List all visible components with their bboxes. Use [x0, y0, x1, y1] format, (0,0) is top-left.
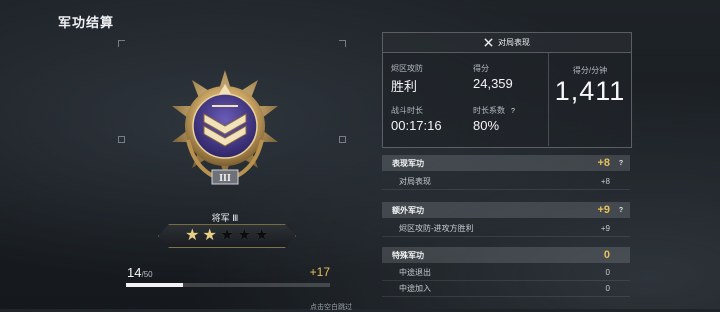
merit-item-value: +8	[600, 176, 610, 186]
merit-item-value: 0	[605, 283, 610, 293]
merit-section-label: 表现军功	[392, 158, 424, 168]
merit-item-row: 中途加入 0	[382, 280, 630, 297]
rank-numeral-label: III	[219, 173, 231, 184]
merit-item-row: 中途退出 0	[382, 264, 630, 281]
star-icon-filled: ★	[202, 227, 217, 244]
score-label: 得分	[473, 64, 489, 73]
merit-section-label: 额外军功	[392, 205, 424, 215]
spm-label: 得分/分钟	[572, 66, 608, 75]
merit-section-value: +9	[597, 204, 610, 216]
duration-value: 00:17:16	[391, 118, 442, 133]
progress-current: 14/50	[127, 265, 153, 280]
merit-item-value: 0	[605, 267, 610, 277]
panel-header: 对局表现	[383, 33, 631, 53]
score-value: 24,359	[473, 76, 513, 91]
merit-row-special: 特殊军功 0	[382, 247, 630, 263]
spm-cell: 得分/分钟 1,411	[549, 65, 631, 107]
merit-item-label: 对局表现	[399, 176, 431, 186]
spm-value: 1,411	[554, 76, 626, 106]
mode-cell: 烬区攻防 胜利	[391, 63, 423, 95]
mode-label: 烬区攻防	[391, 64, 423, 73]
star-icon-empty: ★	[237, 227, 252, 244]
mode-value: 胜利	[391, 79, 418, 94]
merit-row-performance: 表现军功 +8 ?	[382, 155, 630, 171]
merit-item-label: 中途退出	[399, 267, 431, 277]
help-icon[interactable]: ?	[511, 108, 515, 115]
skip-hint[interactable]: 点击空白跳过	[310, 302, 352, 312]
merit-item-row: 烬区攻防-进攻方胜利 +9	[382, 220, 630, 237]
rank-emblem-icon: III	[172, 70, 278, 185]
duration-label: 战斗时长	[391, 106, 423, 115]
time-factor-value: 80%	[473, 118, 500, 133]
star-icon-empty: ★	[219, 227, 235, 244]
duration-cell: 战斗时长 00:17:16	[391, 105, 442, 133]
star-rating: ★ ★ ★ ★ ★	[158, 224, 296, 248]
panel-title: 对局表现	[498, 38, 530, 47]
time-factor-label: 时长系数?	[473, 106, 515, 115]
crossed-swords-icon	[484, 38, 493, 47]
side-mark	[118, 136, 125, 143]
side-mark	[339, 136, 346, 143]
merit-item-label: 烬区攻防-进攻方胜利	[399, 223, 474, 233]
merit-section-label: 特殊军功	[392, 250, 424, 260]
page-title: 军功结算	[58, 15, 115, 30]
star-icon-filled: ★	[185, 227, 200, 244]
help-icon[interactable]: ?	[612, 160, 630, 167]
help-icon[interactable]: ?	[612, 207, 630, 214]
progress-gain: +17	[309, 265, 330, 279]
progress-bar	[126, 283, 330, 287]
merit-item-value: +9	[600, 223, 610, 233]
score-cell: 得分 24,359	[473, 63, 513, 91]
merit-item-row: 对局表现 +8	[382, 173, 630, 190]
merit-row-extra: 额外军功 +9 ?	[382, 202, 630, 218]
time-factor-cell: 时长系数? 80%	[473, 105, 515, 133]
merit-section-value: 0	[603, 249, 610, 261]
corner-mark	[339, 40, 346, 47]
corner-mark	[118, 40, 125, 47]
merit-section-value: +8	[597, 157, 610, 169]
star-icon-empty: ★	[254, 227, 269, 244]
progress-fill	[126, 283, 184, 287]
merit-item-label: 中途加入	[399, 283, 431, 293]
match-stats-panel: 对局表现 烬区攻防 胜利 得分 24,359 战斗时长 00:17:16 时长系…	[382, 32, 632, 148]
